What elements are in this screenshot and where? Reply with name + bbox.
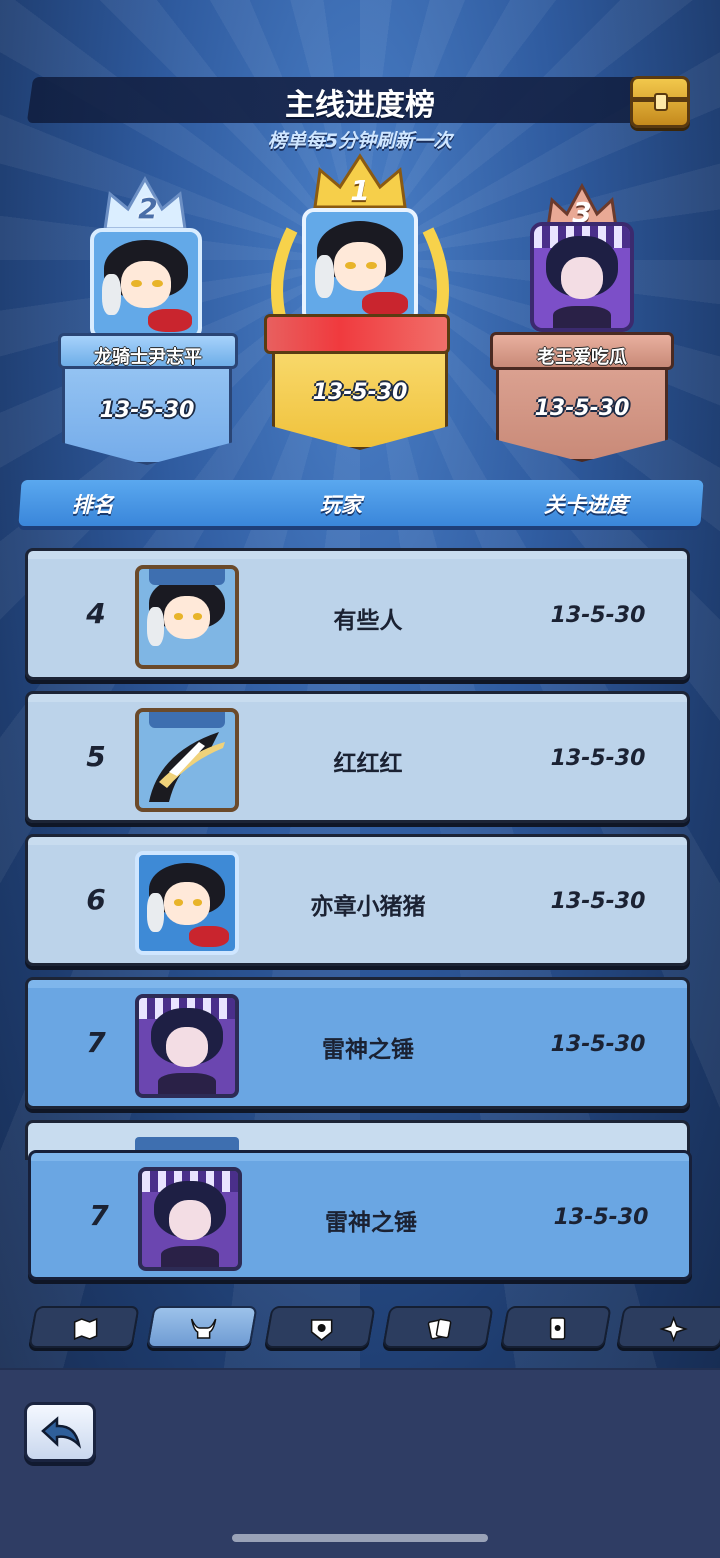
- refresh-note: 榜单每5分钟刷新一次: [267, 130, 453, 152]
- podium-third[interactable]: 3 老王爱吃瓜 13-5-30: [490, 178, 674, 478]
- tab-sparkle[interactable]: [616, 1306, 720, 1348]
- tab-card[interactable]: [500, 1306, 612, 1348]
- row-progress: 13-5-30: [550, 746, 646, 771]
- player-name: 老王爱吃瓜: [490, 332, 674, 370]
- row-rank: 4: [86, 597, 106, 630]
- podium-first[interactable]: 1 13-5-30: [262, 150, 458, 460]
- column-rank: 排名: [71, 493, 114, 517]
- row-progress: 13-5-30: [550, 603, 646, 628]
- row-progress: 13-5-30: [550, 889, 646, 914]
- player-name: 龙骑士尹志平: [58, 333, 238, 369]
- row-player-name: 有些人: [333, 608, 403, 634]
- treasure-chest-icon[interactable]: [630, 76, 690, 128]
- table-row[interactable]: 4 有些人 13-5-30: [25, 548, 690, 680]
- bottom-bar: [0, 1368, 720, 1558]
- podium-second[interactable]: 2 龙骑士尹志平 13-5-30: [58, 170, 238, 470]
- row-player-name: 红红红: [333, 751, 403, 777]
- podium-rank: 2: [138, 192, 158, 225]
- sparkle-icon: [659, 1316, 688, 1342]
- row-player-name: 亦章小猪猪: [310, 894, 426, 920]
- back-button[interactable]: [24, 1402, 96, 1462]
- player-progress: 13-5-30: [99, 398, 195, 423]
- row-rank: 5: [86, 740, 106, 773]
- my-progress: 13-5-30: [553, 1205, 649, 1230]
- my-avatar: [138, 1167, 242, 1271]
- cards-icon: [427, 1318, 452, 1340]
- row-player-name: 雷神之锤: [322, 1037, 414, 1063]
- table-row[interactable]: 5 红红红 13-5-30: [25, 691, 690, 823]
- tab-map[interactable]: [28, 1306, 140, 1348]
- demon-horns-icon: [190, 1318, 217, 1339]
- avatar: [530, 222, 634, 332]
- player-avatar: [135, 994, 239, 1098]
- row-rank: 6: [86, 883, 106, 916]
- table-row[interactable]: 7 雷神之锤 13-5-30: [25, 977, 690, 1109]
- category-tabs: [0, 1298, 720, 1354]
- row-progress: 13-5-30: [550, 1032, 646, 1057]
- player-avatar: [135, 708, 239, 812]
- column-progress: 关卡进度: [543, 493, 628, 517]
- my-rank: 7: [89, 1199, 109, 1232]
- tab-demon[interactable]: [146, 1306, 258, 1348]
- podium-rank: 1: [350, 174, 370, 207]
- table-header: 排名 玩家 关卡进度: [18, 480, 704, 526]
- my-player-name: 雷神之锤: [325, 1210, 417, 1236]
- page-title: 主线进度榜: [285, 88, 435, 123]
- my-rank-row[interactable]: 7 雷神之锤 13-5-30: [28, 1150, 692, 1280]
- back-arrow-icon: [41, 1416, 82, 1449]
- player-progress: 13-5-30: [534, 396, 630, 421]
- column-player: 玩家: [319, 493, 362, 517]
- table-row[interactable]: 6 亦章小猪猪 13-5-30: [25, 834, 690, 966]
- player-name-redacted: [264, 314, 450, 354]
- card-icon: [549, 1317, 566, 1340]
- tab-emblem[interactable]: [264, 1306, 376, 1348]
- emblem-icon: [310, 1319, 333, 1341]
- avatar: [302, 208, 418, 324]
- player-avatar: [135, 851, 239, 955]
- player-avatar: [135, 565, 239, 669]
- home-indicator: [232, 1534, 488, 1542]
- avatar: [90, 228, 202, 340]
- map-icon: [73, 1317, 98, 1341]
- tab-cards[interactable]: [382, 1306, 494, 1348]
- player-progress: 13-5-30: [312, 380, 408, 405]
- row-rank: 7: [86, 1026, 106, 1059]
